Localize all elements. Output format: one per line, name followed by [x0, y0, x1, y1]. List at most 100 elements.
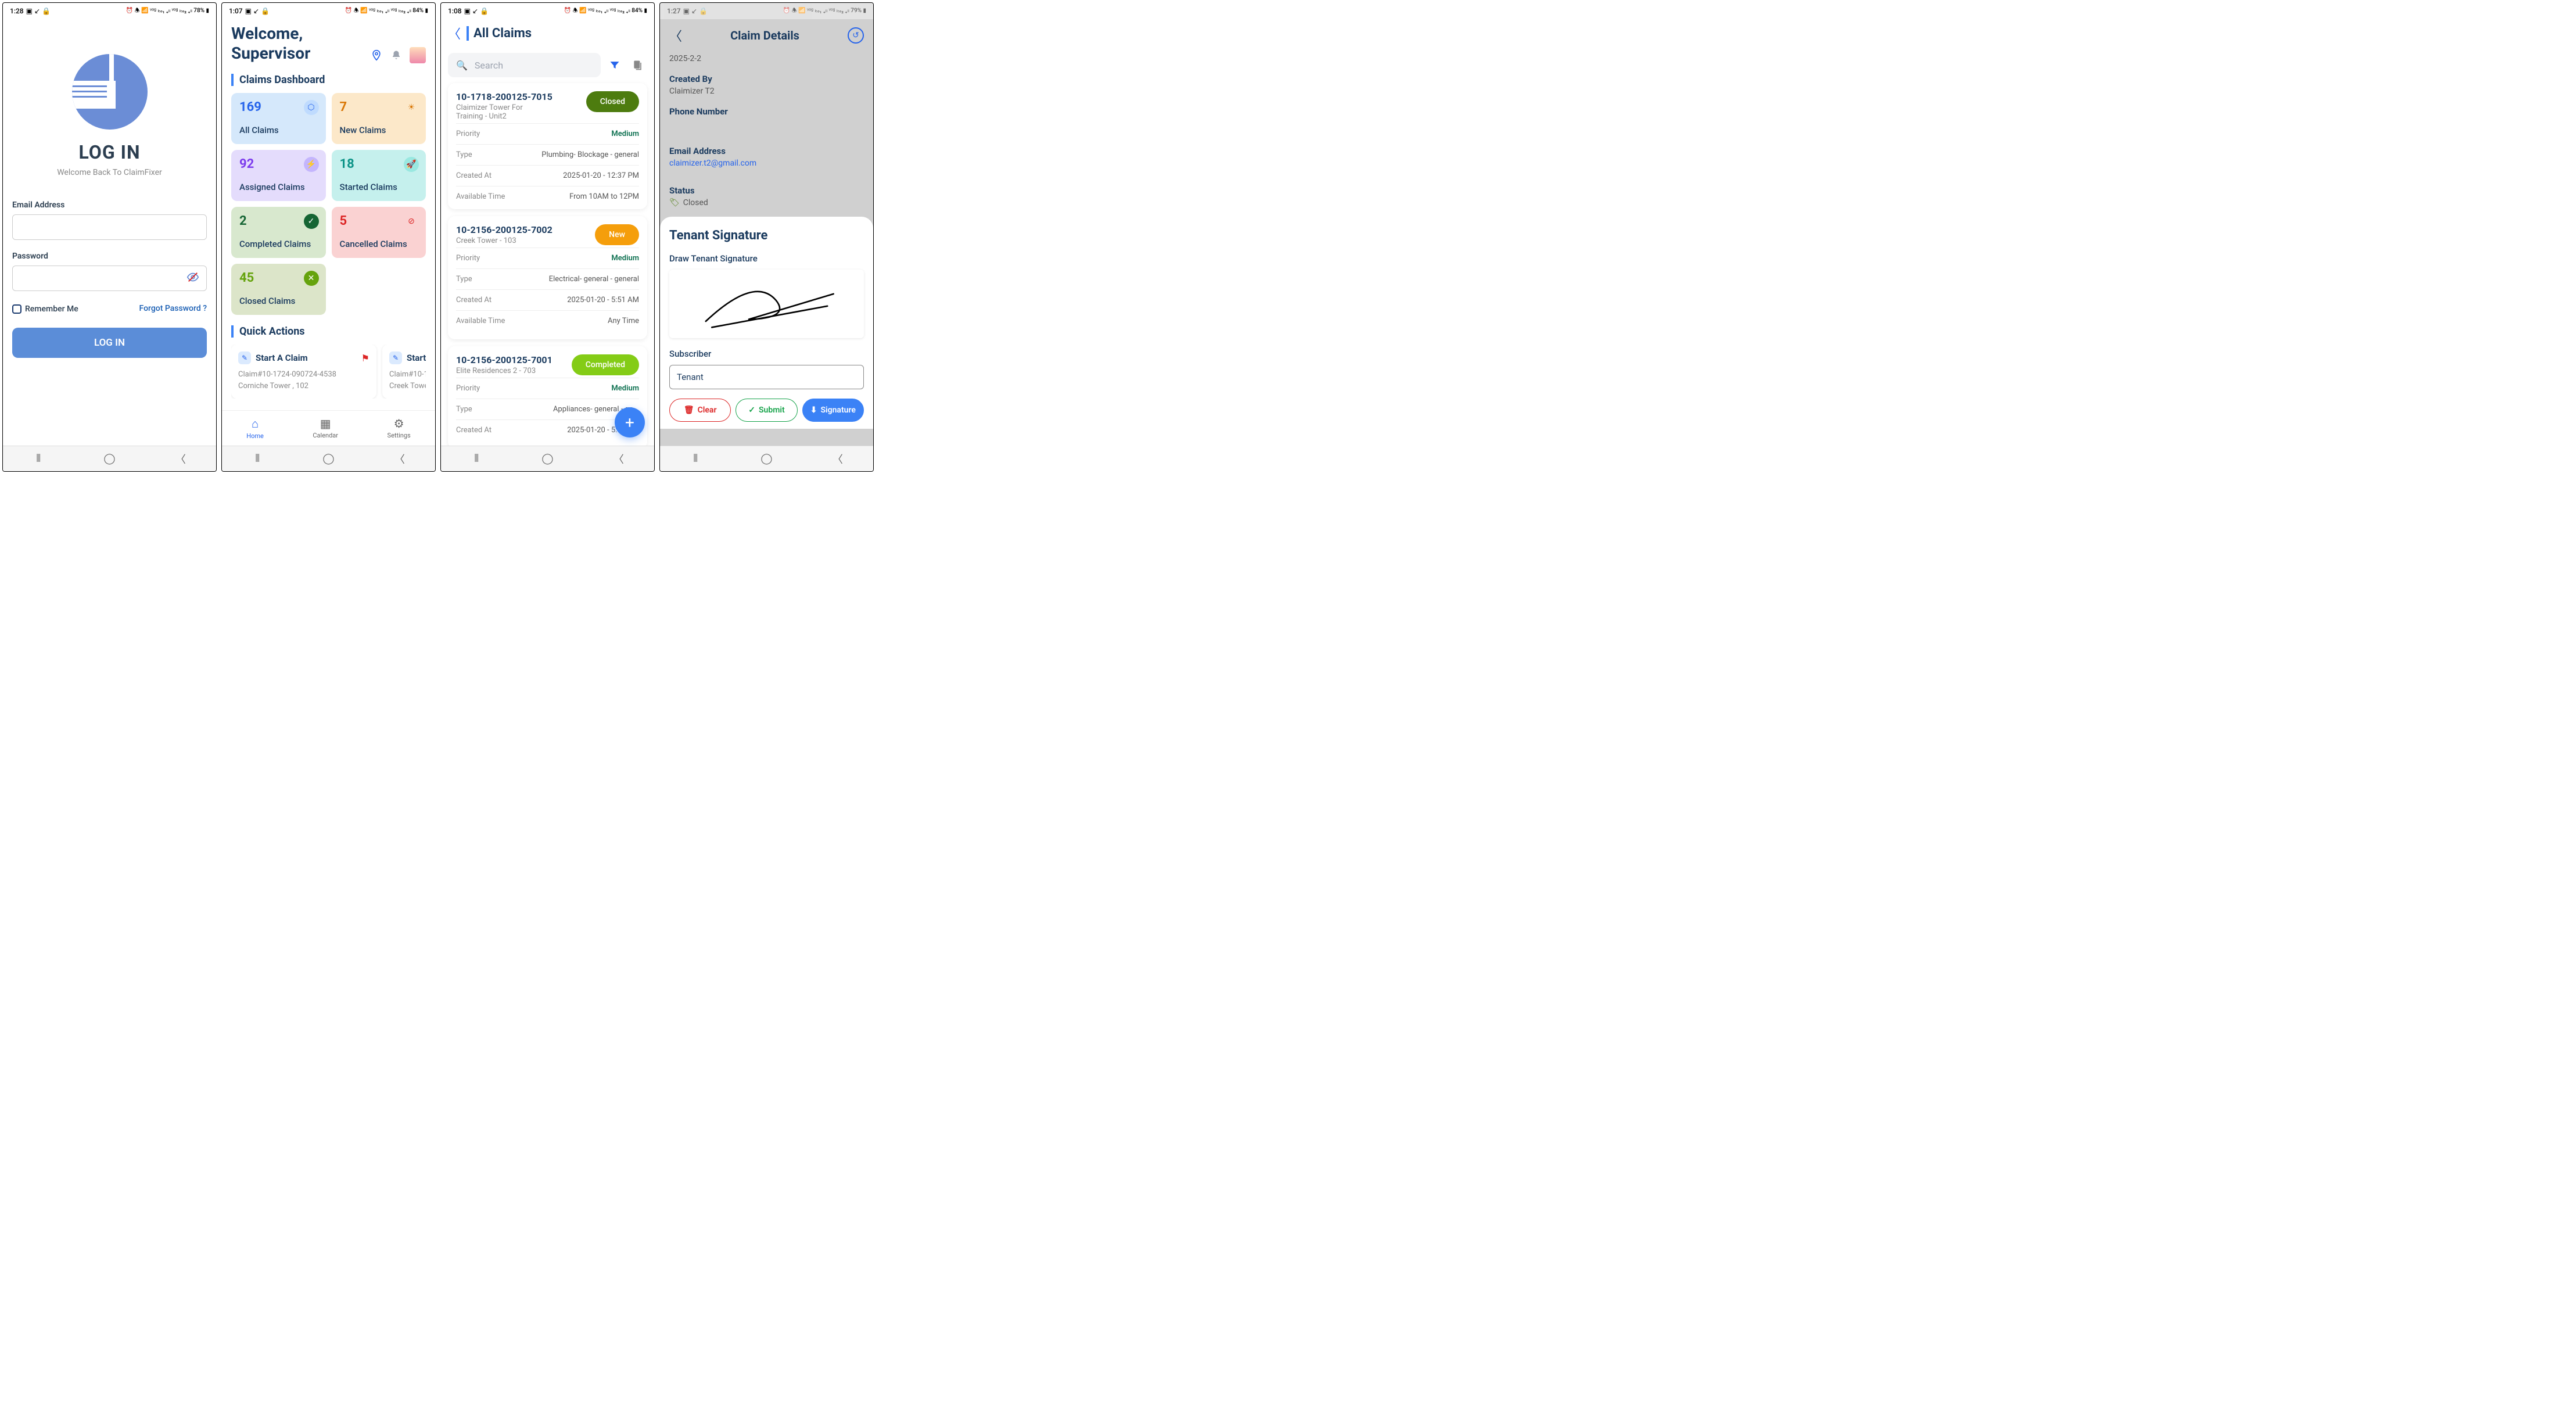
status-notif-icons: ▣ ↙ 🔒: [683, 7, 708, 15]
recent-apps-button[interactable]: ⦀: [33, 454, 44, 464]
phone-label: Phone Number: [669, 106, 864, 117]
notification-bell-icon[interactable]: [390, 49, 403, 62]
status-label: Status: [669, 185, 864, 196]
created-by-value: Claimizer T2: [669, 87, 864, 96]
email-field[interactable]: [12, 214, 207, 240]
subscriber-input[interactable]: [669, 365, 864, 389]
signature-button[interactable]: ⬇Signature: [802, 399, 864, 422]
card-closed-claims[interactable]: 45Closed Claims✕: [231, 264, 326, 315]
download-icon: ⬇: [810, 406, 817, 415]
tab-home[interactable]: ⌂Home: [246, 417, 264, 440]
claim-location: Creek Tower - 103: [456, 236, 549, 245]
recent-apps-button[interactable]: ⦀: [471, 454, 482, 464]
login-content: LOG IN Welcome Back To ClaimFixer Email …: [3, 19, 216, 446]
status-system-icons: ⏰ 🕭 📶 ᵛᵒᵍ ₗₜₑ₁ ₊ₗₗ ᵛᵒᵍ ₗₜₑ₂ ₊ₗₗ 84% ▮: [564, 6, 647, 16]
location-icon[interactable]: [370, 49, 383, 62]
add-claim-fab[interactable]: +: [615, 407, 645, 437]
email-label: Email Address: [12, 200, 207, 210]
claims-dashboard-title: Claims Dashboard: [231, 74, 426, 86]
card-assigned-claims[interactable]: 92Assigned Claims⚡: [231, 150, 326, 201]
calendar-icon: ▦: [313, 417, 338, 431]
forgot-password-link[interactable]: Forgot Password ?: [139, 304, 207, 313]
tab-settings[interactable]: ⚙Settings: [388, 417, 411, 440]
card-all-claims[interactable]: 169All Claims⬡: [231, 93, 326, 144]
card-started-claims[interactable]: 18Started Claims🚀: [332, 150, 426, 201]
submit-button[interactable]: ✓Submit: [736, 399, 797, 422]
claim-location: Elite Residences 2 - 703: [456, 367, 549, 375]
card-new-claims[interactable]: 7New Claims☀: [332, 93, 426, 144]
login-subtitle: Welcome Back To ClaimFixer: [12, 168, 207, 177]
rocket-icon: 🚀: [404, 157, 419, 172]
draw-signature-label: Draw Tenant Signature: [669, 253, 864, 264]
flag-icon: ⚑: [361, 353, 369, 364]
claim-details-title: Claim Details: [682, 28, 848, 42]
quick-actions-title: Quick Actions: [231, 325, 426, 338]
login-button[interactable]: LOG IN: [12, 328, 207, 358]
status-time: 1:08: [448, 7, 462, 15]
close-icon: ✕: [304, 271, 319, 286]
user-avatar[interactable]: [410, 47, 426, 63]
claim-id: 10-2156-200125-7002: [456, 224, 552, 235]
claim-id: 10-1718-200125-7015: [456, 91, 552, 102]
recent-apps-button[interactable]: ⦀: [690, 454, 701, 464]
status-system-icons: ⏰ 🕭 📶 ᵛᵒᵍ ₗₜₑ₁ ₊ₗₗ ᵛᵒᵍ ₗₜₑ₂ ₊ₗₗ 78% ▮: [126, 6, 209, 16]
dashboard-content: Welcome,Supervisor Claims Dashboard 169A…: [222, 19, 435, 410]
export-icon[interactable]: [629, 56, 647, 74]
screen-dashboard: 1:07▣ ↙ 🔒 ⏰ 🕭 📶 ᵛᵒᵍ ₗₜₑ₁ ₊ₗₗ ᵛᵒᵍ ₗₜₑ₂ ₊ₗ…: [221, 2, 436, 472]
password-field[interactable]: [12, 266, 207, 291]
login-title: LOG IN: [12, 141, 207, 163]
status-time: 1:28: [10, 7, 24, 15]
android-nav-bar: ⦀ ◯ 〈: [660, 446, 873, 471]
status-notif-icons: ▣ ↙ 🔒: [245, 7, 270, 15]
status-bar: 1:07▣ ↙ 🔒 ⏰ 🕭 📶 ᵛᵒᵍ ₗₜₑ₁ ₊ₗₗ ᵛᵒᵍ ₗₜₑ₂ ₊ₗ…: [222, 3, 435, 19]
cancel-icon: ⊘: [404, 214, 419, 229]
all-claims-title: All Claims: [467, 26, 532, 41]
toggle-password-icon[interactable]: [186, 271, 199, 286]
home-button[interactable]: ◯: [103, 454, 115, 464]
status-notif-icons: ▣ ↙ 🔒: [464, 7, 489, 15]
back-button[interactable]: 〈: [613, 454, 625, 464]
status-badge: Completed: [572, 354, 639, 375]
home-button[interactable]: ◯: [541, 454, 553, 464]
status-time: 1:07: [229, 7, 243, 15]
recent-apps-button[interactable]: ⦀: [252, 454, 263, 464]
created-by-label: Created By: [669, 74, 864, 84]
search-input[interactable]: 🔍 Search: [448, 53, 601, 77]
back-button[interactable]: 〈: [832, 454, 844, 464]
filter-icon[interactable]: [605, 56, 624, 74]
home-button[interactable]: ◯: [322, 454, 334, 464]
home-button[interactable]: ◯: [760, 454, 772, 464]
bottom-tab-bar: ⌂Home ▦Calendar ⚙Settings: [222, 410, 435, 446]
android-nav-bar: ⦀ ◯ 〈: [441, 446, 654, 471]
search-placeholder: Search: [475, 60, 503, 71]
quick-action-card[interactable]: ✎Start A Claim⚑ Claim#10-1724-090724-453…: [231, 345, 376, 399]
back-button[interactable]: 〈: [175, 454, 186, 464]
quick-action-card[interactable]: ✎Start A Claim#10-172Creek Tower ,: [382, 345, 426, 399]
email-label: Email Address: [669, 146, 864, 156]
back-button[interactable]: 〈: [394, 454, 406, 464]
android-nav-bar: ⦀ ◯ 〈: [222, 446, 435, 471]
card-completed-claims[interactable]: 2Completed Claims✓: [231, 207, 326, 258]
status-badge: New: [595, 224, 639, 245]
claim-location: Claimizer Tower For Training - Unit2: [456, 103, 549, 121]
status-badge: Closed: [586, 91, 639, 112]
password-label: Password: [12, 252, 207, 261]
status-bar: 1:28▣ ↙ 🔒 ⏰ 🕭 📶 ᵛᵒᵍ ₗₜₑ₁ ₊ₗₗ ᵛᵒᵍ ₗₜₑ₂ ₊ₗ…: [3, 3, 216, 19]
remember-me-checkbox[interactable]: Remember Me: [12, 303, 78, 314]
cube-icon: ⬡: [304, 100, 319, 115]
email-value[interactable]: claimizer.t2@gmail.com: [669, 159, 864, 168]
sheet-title: Tenant Signature: [669, 228, 864, 243]
clear-button[interactable]: 🗑Clear: [669, 399, 731, 422]
details-content: 〈 Claim Details ↺ 2025-2-2 Created By Cl…: [660, 19, 873, 446]
tab-calendar[interactable]: ▦Calendar: [313, 417, 338, 440]
app-logo: [72, 54, 148, 130]
search-icon: 🔍: [456, 60, 468, 71]
history-icon[interactable]: ↺: [848, 27, 864, 44]
card-cancelled-claims[interactable]: 5Cancelled Claims⊘: [332, 207, 426, 258]
claim-card[interactable]: 10-2156-200125-7002Creek Tower - 103New …: [448, 216, 647, 339]
back-chevron-icon[interactable]: 〈: [669, 26, 682, 45]
signature-canvas[interactable]: [669, 270, 864, 338]
check-icon: ✓: [304, 214, 319, 229]
back-chevron-icon[interactable]: 〈: [448, 24, 461, 42]
claim-card[interactable]: 10-1718-200125-7015Claimizer Tower For T…: [448, 83, 647, 209]
